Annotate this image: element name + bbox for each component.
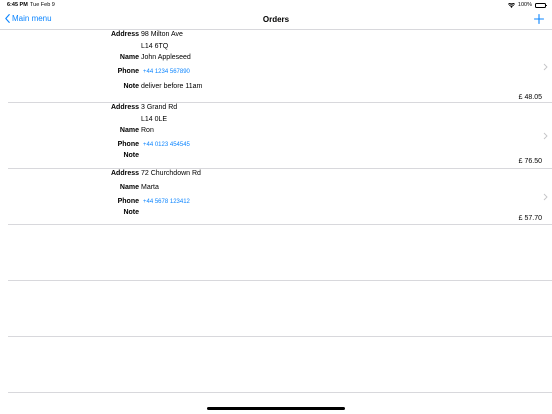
phone-link[interactable]: +44 1234 567890	[143, 69, 190, 75]
order-row[interactable]: Address Name Phone Note 3 Grand Rd L14 0…	[8, 103, 552, 169]
phone-link[interactable]: +44 0123 454545	[143, 142, 190, 148]
status-date: Tue Feb 9	[30, 2, 55, 8]
status-time: 6:45 PM	[7, 2, 28, 8]
name-label: Name	[119, 54, 139, 61]
address-label: Address	[110, 170, 139, 177]
address-line1: 3 Grand Rd	[141, 104, 178, 111]
orders-list: Address Name Phone Note 98 Milton Ave L1…	[0, 30, 552, 225]
customer-name: Marta	[141, 184, 159, 191]
status-indicators: 100%	[507, 2, 547, 8]
address-line1: 98 Milton Ave	[141, 31, 183, 38]
order-note: deliver before 11am	[141, 83, 203, 90]
customer-name: Ron	[141, 127, 154, 134]
address-line1: 72 Churchdown Rd	[141, 170, 201, 177]
status-bar: 6:45 PM Tue Feb 9 100%	[0, 0, 552, 10]
chevron-right-icon	[543, 63, 548, 71]
note-label: Note	[123, 209, 139, 216]
address-line2: L14 6TQ	[141, 43, 169, 50]
add-order-button[interactable]	[533, 13, 545, 25]
empty-row	[8, 281, 552, 337]
customer-name: John Appleseed	[141, 54, 191, 61]
phone-label: Phone	[117, 141, 139, 148]
empty-row	[8, 225, 552, 281]
order-row[interactable]: Address Name Phone Note 72 Churchdown Rd…	[8, 169, 552, 225]
chevron-right-icon	[543, 193, 548, 201]
plus-icon	[533, 13, 545, 25]
address-label: Address	[110, 104, 139, 111]
note-label: Note	[123, 152, 139, 159]
wifi-icon	[507, 2, 515, 8]
address-line2: L14 0LE	[141, 116, 168, 123]
name-label: Name	[119, 184, 139, 191]
order-price: £ 76.50	[518, 158, 542, 165]
chevron-right-icon	[543, 132, 548, 140]
phone-link[interactable]: +44 5678 123412	[143, 199, 190, 205]
note-label: Note	[123, 83, 139, 90]
order-price: £ 48.05	[518, 94, 542, 101]
name-label: Name	[119, 127, 139, 134]
address-label: Address	[110, 31, 139, 38]
order-price: £ 57.70	[518, 215, 542, 222]
order-row[interactable]: Address Name Phone Note 98 Milton Ave L1…	[8, 30, 552, 103]
page-title: Orders	[262, 15, 290, 24]
phone-label: Phone	[117, 68, 139, 75]
home-indicator	[207, 407, 345, 410]
battery-percent: 100%	[517, 2, 532, 8]
navigation-bar: Main menu Orders	[0, 10, 552, 30]
empty-row	[8, 337, 552, 393]
battery-icon	[535, 2, 547, 8]
phone-label: Phone	[117, 198, 139, 205]
